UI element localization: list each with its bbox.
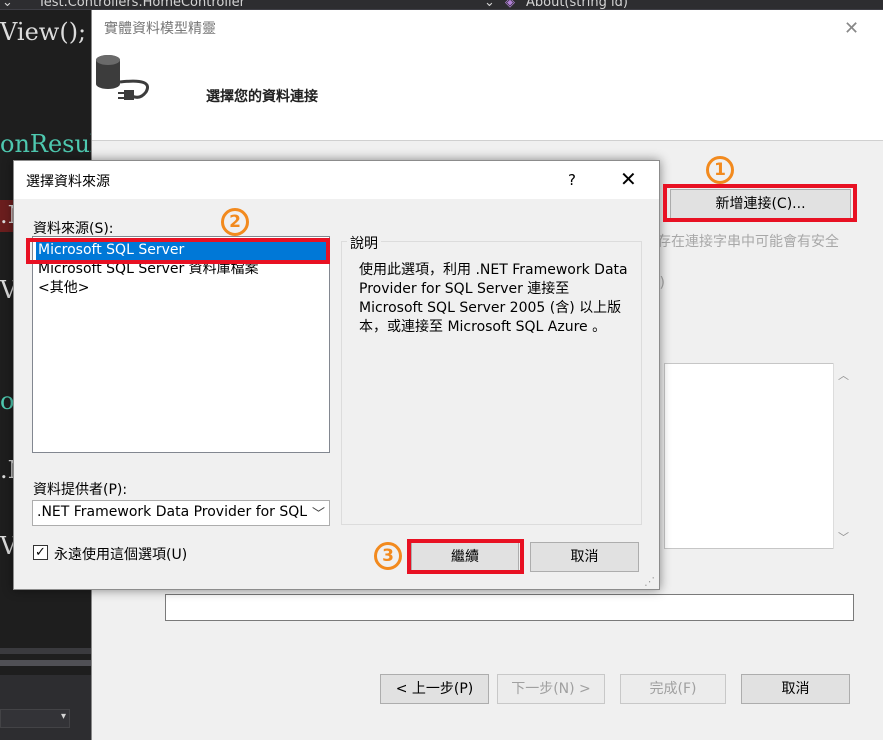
- chevron-down-icon[interactable]: ⌄: [484, 0, 495, 10]
- list-item[interactable]: Microsoft SQL Server 資料庫檔案: [36, 260, 326, 279]
- database-connection-icon: [96, 55, 149, 100]
- description-legend: 說明: [347, 233, 381, 253]
- code-line: onResul: [0, 130, 98, 158]
- connection-hint-text: 存在連接字串中可能會有安全: [657, 234, 839, 250]
- continue-button[interactable]: 繼續: [411, 542, 519, 572]
- ide-output-combo[interactable]: ▾: [0, 709, 70, 728]
- step-marker-2: 2: [221, 208, 249, 236]
- data-source-label: 資料來源(S):: [33, 221, 114, 237]
- close-icon[interactable]: ✕: [844, 18, 859, 39]
- chevron-down-icon[interactable]: ﹀: [838, 529, 849, 545]
- connection-name-field[interactable]: [165, 594, 854, 621]
- previous-button[interactable]: < 上一步(P): [380, 674, 489, 704]
- finish-button[interactable]: 完成(F): [620, 674, 726, 704]
- data-provider-label: 資料提供者(P):: [33, 482, 128, 498]
- ide-separator: [0, 660, 92, 666]
- chevron-up-icon[interactable]: ︿: [838, 367, 849, 383]
- chevron-down-icon[interactable]: ⌄: [2, 0, 13, 10]
- help-icon[interactable]: ?: [568, 171, 576, 189]
- wizard-title: 實體資料模型精靈: [104, 21, 216, 37]
- close-icon[interactable]: ✕: [620, 167, 637, 191]
- connection-string-box[interactable]: [664, 363, 853, 549]
- step-marker-3: 3: [374, 542, 402, 570]
- method-icon: ◈: [505, 0, 515, 10]
- class-dropdown[interactable]: Test.Controllers.HomeController: [38, 0, 245, 10]
- chevron-down-icon: ▾: [60, 711, 66, 722]
- data-source-list[interactable]: Microsoft SQL Server Microsoft SQL Serve…: [32, 236, 330, 453]
- method-dropdown[interactable]: About(string id): [526, 0, 628, 10]
- description-text: 使用此選項，利用 .NET Framework Data Provider fo…: [359, 262, 628, 335]
- step-marker-1: 1: [706, 156, 734, 184]
- chevron-down-icon: ﹀: [311, 507, 325, 522]
- list-item[interactable]: <其他>: [36, 279, 326, 298]
- data-provider-value: .NET Framework Data Provider for SQL: [37, 504, 308, 520]
- dialog-cancel-button[interactable]: 取消: [530, 542, 639, 572]
- choose-data-source-dialog: 選擇資料來源 ? ✕ 資料來源(S): Microsoft SQL Server…: [13, 160, 660, 590]
- resize-grip-icon[interactable]: ⋰: [644, 575, 658, 589]
- always-use-checkbox[interactable]: ✓: [33, 545, 48, 560]
- code-line: View();: [0, 18, 87, 46]
- ide-navigation-bar: ⌄ Test.Controllers.HomeController ⌄ ◈ Ab…: [0, 0, 883, 10]
- ide-output-panel: [0, 675, 92, 740]
- vertical-scrollbar[interactable]: ︿ ﹀: [833, 363, 853, 549]
- new-connection-button[interactable]: 新增連接(C)...: [670, 189, 851, 220]
- list-item[interactable]: Microsoft SQL Server: [36, 241, 326, 260]
- data-provider-select[interactable]: .NET Framework Data Provider for SQL ﹀: [32, 500, 330, 526]
- dialog-title: 選擇資料來源: [26, 174, 110, 190]
- next-button[interactable]: 下一步(N) >: [497, 674, 605, 704]
- description-group: 說明 使用此選項，利用 .NET Framework Data Provider…: [341, 233, 642, 525]
- wizard-step-title: 選擇您的資料連接: [206, 89, 318, 105]
- ide-scrollbar[interactable]: [0, 648, 92, 654]
- always-use-label: 永遠使用這個選項(U): [54, 547, 188, 563]
- wizard-cancel-button[interactable]: 取消: [741, 674, 850, 704]
- dialog-titlebar: 選擇資料來源 ? ✕: [14, 161, 659, 199]
- wizard-header: 實體資料模型精靈 ✕ 選擇您的資料連接: [92, 10, 883, 141]
